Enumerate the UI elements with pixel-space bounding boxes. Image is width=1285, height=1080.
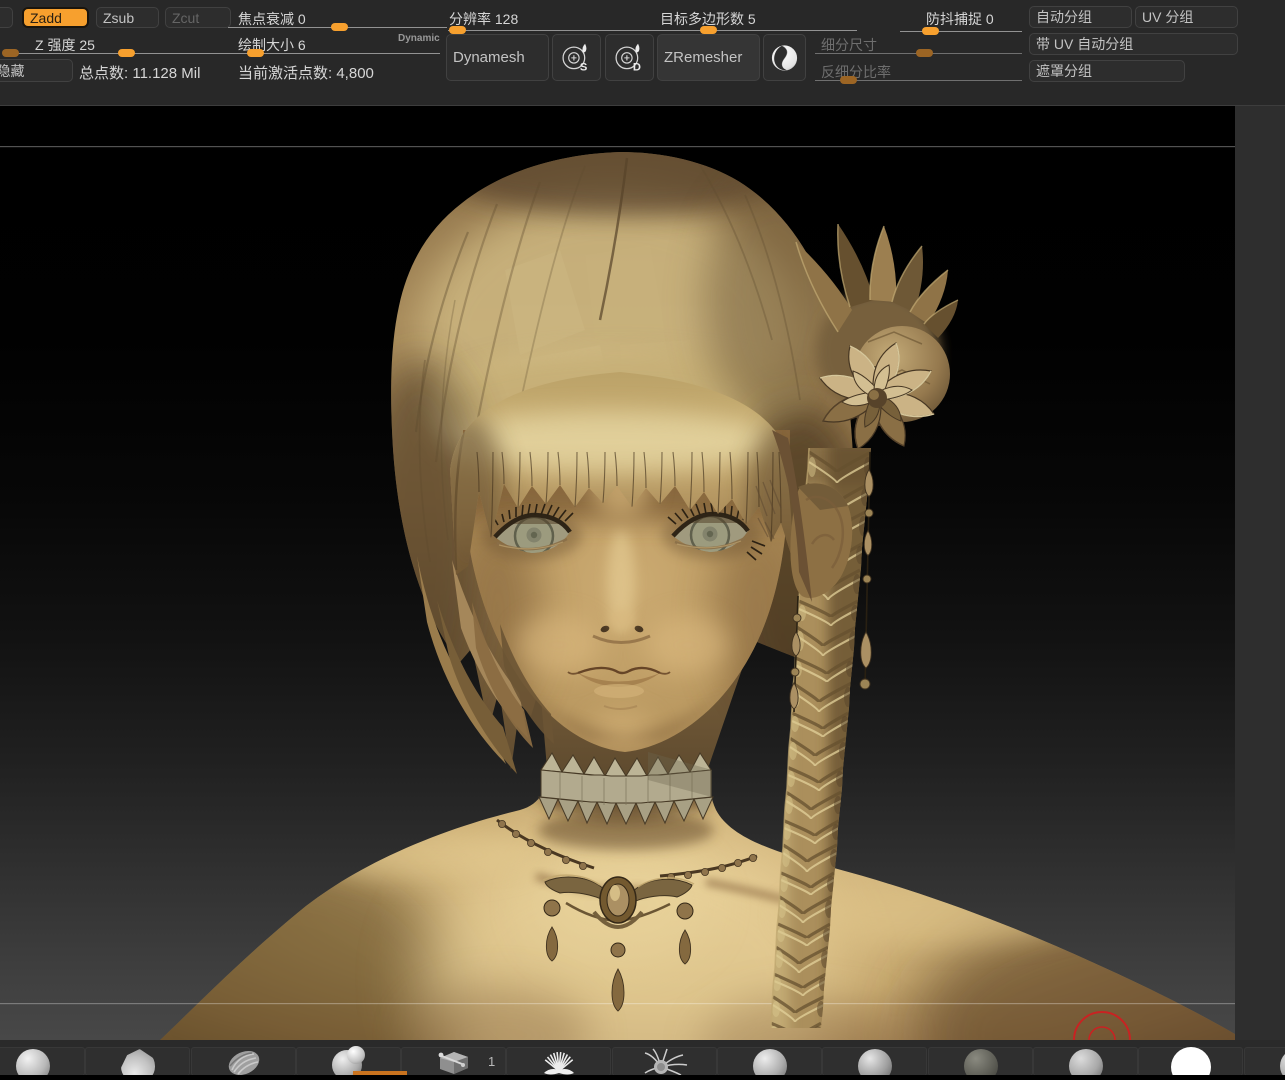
svg-text:S: S (580, 62, 587, 74)
svg-text:D: D (633, 62, 641, 74)
